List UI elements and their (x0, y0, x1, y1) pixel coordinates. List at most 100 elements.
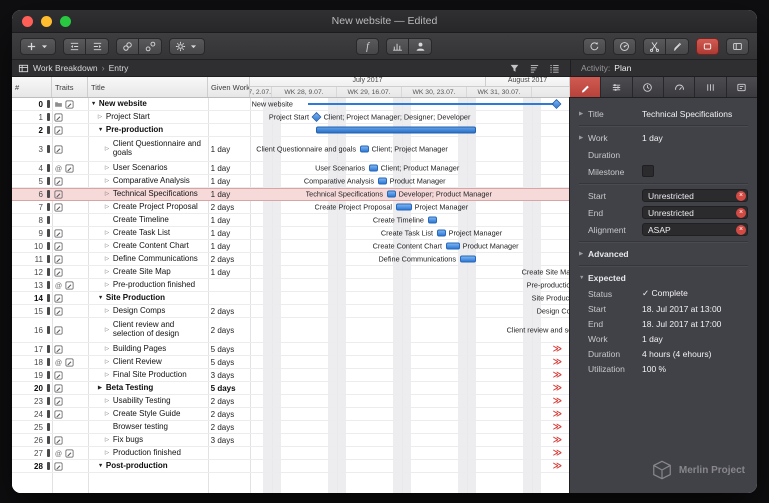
clear-alignment-icon[interactable] (736, 224, 746, 235)
gantt-milestone-diamond[interactable] (311, 112, 322, 122)
windows-button[interactable] (726, 37, 749, 55)
table-row[interactable]: 23 ▷ Usability Testing 2 days ≫ (12, 395, 569, 408)
table-row[interactable]: 2 ▼ Pre-production (12, 124, 569, 137)
overflow-right-icon[interactable]: ≫ (553, 370, 562, 381)
disclosure-icon[interactable] (579, 135, 588, 141)
disclosure-icon[interactable] (579, 251, 588, 257)
disclosure-leaf-icon[interactable]: ▷ (105, 327, 113, 333)
table-row[interactable]: 7 ▷ Create Project Proposal 2 days Create Pr… (12, 201, 569, 214)
breadcrumb-entry[interactable]: Entry (109, 63, 129, 73)
table-row[interactable]: 13 @ ▷ Pre-production finished Pre-productio… (12, 279, 569, 292)
indent-button[interactable] (86, 37, 109, 55)
disclosure-leaf-icon[interactable]: ▷ (105, 346, 113, 352)
brush-button[interactable] (666, 37, 689, 55)
table-row[interactable]: 3 ▷ Client Questionnaire and goals 1 day Cli… (12, 137, 569, 162)
work-field-value[interactable]: 1 day (642, 133, 748, 143)
table-row[interactable]: 16 ▷ Client review and selection of design… (12, 318, 569, 343)
expected-section-row[interactable]: Expected (579, 269, 748, 286)
note-tab[interactable] (726, 77, 757, 97)
advanced-section-row[interactable]: Advanced (579, 245, 748, 262)
disclosure-leaf-icon[interactable]: ▷ (105, 230, 113, 236)
gantt-bar[interactable] (386, 190, 396, 198)
columns-tab[interactable] (695, 77, 727, 97)
disclosure-leaf-icon[interactable]: ▷ (105, 411, 113, 417)
gantt-bar[interactable] (377, 177, 387, 185)
disclosure-open-icon[interactable]: ▼ (98, 463, 106, 469)
table-row[interactable]: 10 ▷ Create Content Chart 1 day Create Conte… (12, 240, 569, 253)
table-row[interactable]: 6 ▷ Technical Specifications 1 day Technical… (12, 188, 569, 201)
disclosure-leaf-icon[interactable]: ▷ (105, 256, 113, 262)
breadcrumb-work-breakdown[interactable]: Work Breakdown (33, 63, 98, 73)
funnel-icon[interactable] (509, 63, 520, 74)
disclosure-leaf-icon[interactable]: ▷ (105, 178, 113, 184)
column-header-traits[interactable]: Traits (52, 77, 88, 97)
disclosure-leaf-icon[interactable]: ▷ (105, 269, 113, 275)
disclosure-leaf-icon[interactable]: ▷ (105, 437, 113, 443)
grouplist-icon[interactable] (549, 63, 560, 74)
table-row[interactable]: 11 ▷ Define Communications 2 days Define Com… (12, 253, 569, 266)
zoom-window-button[interactable] (60, 15, 71, 27)
disclosure-open-icon[interactable]: ▼ (91, 101, 99, 107)
gear-button[interactable] (169, 37, 205, 55)
style-tab[interactable] (601, 77, 633, 97)
disclosure-leaf-icon[interactable]: ▷ (105, 204, 113, 210)
plan-tab[interactable] (570, 77, 602, 97)
table-row[interactable]: 24 ▷ Create Style Guide 2 days ≫ (12, 408, 569, 421)
disclosure-leaf-icon[interactable]: ▷ (105, 243, 113, 249)
milestone-checkbox[interactable] (642, 164, 654, 177)
disclosure-open-icon[interactable]: ▼ (98, 127, 106, 133)
titlebar[interactable]: New website — Edited (12, 10, 757, 33)
gantt-summary-bar[interactable] (315, 126, 476, 134)
gantt-bar[interactable] (436, 229, 446, 237)
column-header-given-work[interactable]: Given Work (208, 77, 250, 97)
gantt-bar[interactable] (395, 203, 412, 211)
scale-tab[interactable] (663, 77, 696, 97)
disclosure-leaf-icon[interactable]: ▷ (105, 372, 113, 378)
clear-constraint-icon[interactable] (736, 190, 746, 201)
table-row[interactable]: 9 ▷ Create Task List 1 day Create Task List P… (12, 227, 569, 240)
column-header-title[interactable]: Title (88, 77, 208, 97)
table-row[interactable]: 0 ▼ New website New website (12, 98, 569, 111)
overflow-right-icon[interactable]: ≫ (553, 422, 562, 433)
disclosure-leaf-icon[interactable]: ▷ (105, 308, 113, 314)
gantt-bar[interactable] (359, 145, 369, 153)
sync-button[interactable] (583, 37, 606, 55)
overflow-right-icon[interactable]: ≫ (553, 344, 562, 355)
gantt-bar[interactable] (445, 242, 460, 250)
table-row[interactable]: 25 Browser testing 2 days ≫ (12, 421, 569, 434)
chart-button[interactable] (386, 37, 409, 55)
overflow-right-icon[interactable]: ≫ (553, 435, 562, 446)
disclosure-icon[interactable] (579, 275, 588, 281)
disclosure-leaf-icon[interactable]: ▷ (105, 165, 113, 171)
close-window-button[interactable] (22, 15, 33, 27)
column-header--[interactable]: # (12, 77, 52, 97)
overflow-right-icon[interactable]: ≫ (553, 383, 562, 394)
disclosure-icon[interactable] (579, 111, 588, 117)
disclosure-leaf-icon[interactable]: ▷ (105, 282, 113, 288)
link-button[interactable] (116, 37, 139, 55)
end-constraint-dropdown[interactable]: Unrestricted (642, 206, 748, 219)
person-button[interactable] (409, 37, 432, 55)
overflow-right-icon[interactable]: ≫ (553, 409, 562, 420)
gantt-bar[interactable] (459, 255, 476, 263)
table-row[interactable]: 27 @ ▷ Production finished ≫ (12, 447, 569, 460)
start-constraint-dropdown[interactable]: Unrestricted (642, 189, 748, 202)
disclosure-leaf-icon[interactable]: ▷ (98, 114, 106, 120)
table-row[interactable]: 26 ▷ Fix bugs 3 days ≫ (12, 434, 569, 447)
table-row[interactable]: 5 ▷ Comparative Analysis 1 day Comparative A… (12, 175, 569, 188)
table-row[interactable]: 12▷Create Site Map1 dayCreate Site Map (12, 266, 569, 279)
disclosure-leaf-icon[interactable]: ▷ (105, 191, 113, 197)
overflow-right-icon[interactable]: ≫ (553, 448, 562, 459)
gauge-button[interactable] (613, 37, 636, 55)
alert-button[interactable] (696, 37, 719, 55)
overflow-right-icon[interactable]: ≫ (553, 461, 562, 472)
outdent-button[interactable] (63, 37, 86, 55)
disclosure-leaf-icon[interactable]: ▷ (105, 359, 113, 365)
cut-button[interactable] (643, 37, 666, 55)
table-row[interactable]: 15▷Design Comps2 daysDesign Comps (12, 305, 569, 318)
unlink-button[interactable] (139, 37, 162, 55)
table-row[interactable]: 8 Create Timeline 1 day Create Timeline (12, 214, 569, 227)
overflow-right-icon[interactable]: ≫ (553, 396, 562, 407)
title-field-value[interactable]: Technical Specifications (642, 109, 748, 119)
overflow-right-icon[interactable]: ≫ (553, 357, 562, 368)
